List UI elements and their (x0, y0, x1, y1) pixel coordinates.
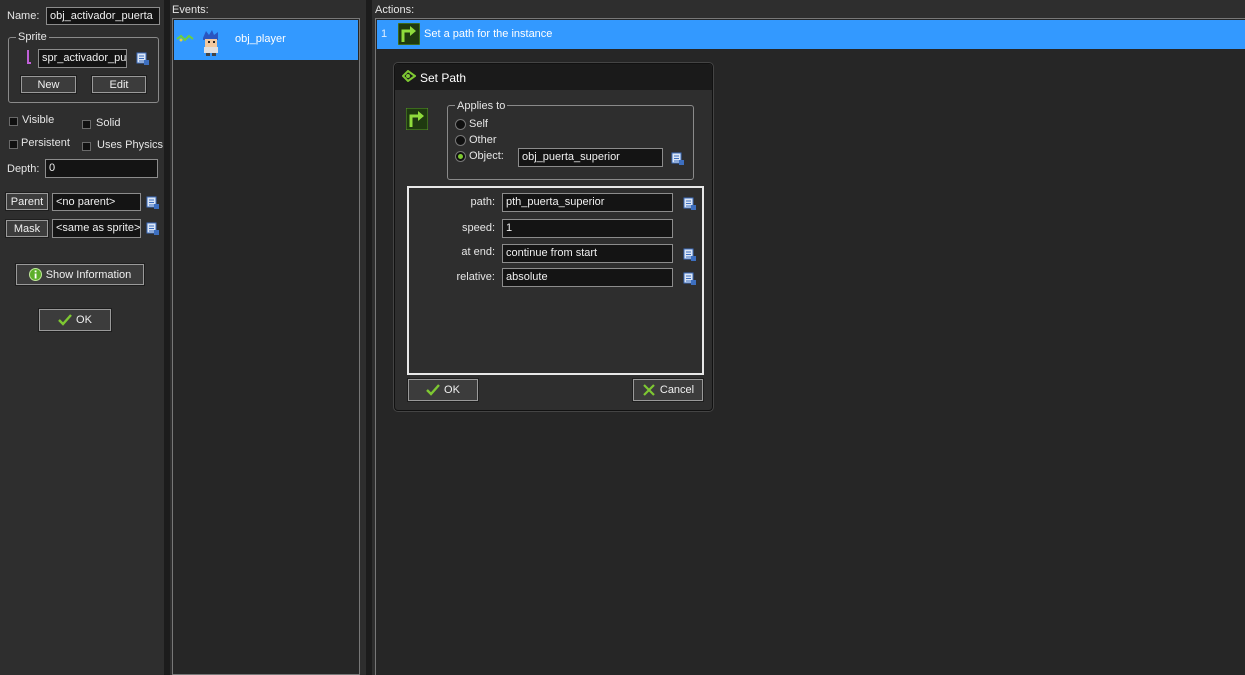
persistent-label: Persistent (21, 137, 70, 149)
path-input[interactable]: pth_puerta_superior (502, 193, 673, 212)
applies-to-label: Applies to (455, 100, 508, 112)
parent-menu-icon[interactable] (146, 196, 160, 210)
uses-physics-checkbox[interactable] (82, 142, 91, 151)
at-end-label: at end: (461, 246, 495, 258)
parent-input[interactable]: <no parent> (52, 193, 141, 211)
edit-sprite-button[interactable]: Edit (92, 76, 146, 93)
dialog-cancel-button[interactable]: Cancel (633, 379, 703, 401)
object-properties-panel: Name: obj_activador_puerta Sprite spr_ac… (0, 0, 164, 675)
show-information-label: Show Information (45, 268, 132, 281)
applies-object-input[interactable]: obj_puerta_superior (518, 148, 663, 167)
applies-other-label: Other (469, 134, 497, 146)
action-item-label: Set a path for the instance (424, 28, 553, 40)
event-item-obj-player[interactable]: obj_player (174, 20, 358, 60)
dialog-title-bar[interactable]: Set Path (395, 64, 712, 90)
show-information-button[interactable]: Show Information (16, 264, 144, 285)
event-item-label: obj_player (235, 33, 286, 45)
sprite-input[interactable]: spr_activador_pue (38, 49, 127, 68)
applies-object-label: Object: (469, 150, 504, 162)
sprite-group (8, 37, 159, 103)
depth-input[interactable]: 0 (45, 159, 158, 178)
path-label: path: (470, 196, 495, 208)
arguments-box: path: pth_puerta_superior speed: 1 at en… (407, 186, 704, 375)
dialog-ok-button[interactable]: OK (408, 379, 478, 401)
applies-other-radio[interactable] (455, 135, 466, 146)
speed-input[interactable]: 1 (502, 219, 673, 238)
checkmark-icon (58, 314, 72, 326)
events-panel: Events: obj_player (170, 0, 366, 675)
dialog-action-icon (404, 106, 430, 132)
new-sprite-button[interactable]: New (21, 76, 76, 93)
applies-object-radio[interactable] (455, 151, 466, 162)
at-end-menu-icon[interactable] (683, 248, 697, 262)
speed-label: speed: (461, 222, 495, 234)
set-path-action-icon (396, 21, 422, 47)
applies-object-menu-icon[interactable] (671, 152, 685, 166)
solid-checkbox[interactable] (82, 120, 91, 129)
name-input[interactable]: obj_activador_puerta (46, 7, 160, 25)
object-ok-button[interactable]: OK (39, 309, 111, 331)
mask-input[interactable]: <same as sprite> (52, 219, 141, 238)
applies-self-radio[interactable] (455, 119, 466, 130)
solid-label: Solid (96, 117, 121, 129)
gamemaker-logo-icon (401, 69, 417, 83)
set-path-dialog: Set Path Applies to Self Other Object: o… (394, 63, 713, 411)
uses-physics-label: Uses Physics (97, 139, 164, 151)
mask-menu-icon[interactable] (146, 222, 160, 236)
mask-button[interactable]: Mask (6, 220, 48, 237)
sprite-group-label: Sprite (16, 31, 49, 43)
sprite-menu-icon[interactable] (136, 52, 150, 66)
object-ok-label: OK (76, 314, 92, 326)
dialog-title: Set Path (420, 71, 467, 85)
checkmark-icon (426, 384, 440, 396)
actions-header: Actions: (375, 4, 415, 16)
cancel-x-icon (642, 383, 656, 397)
relative-input[interactable]: absolute (502, 268, 673, 287)
relative-label: relative: (456, 271, 495, 283)
at-end-input[interactable]: continue from start (502, 244, 673, 263)
collision-event-icon (176, 34, 194, 44)
action-index: 1 (381, 28, 388, 40)
dialog-cancel-label: Cancel (659, 384, 695, 396)
action-item-set-path[interactable]: 1 Set a path for the instance (377, 20, 1245, 49)
sprite-preview-icon (26, 49, 32, 65)
name-label: Name: (7, 10, 40, 22)
persistent-checkbox[interactable] (9, 140, 18, 149)
parent-button[interactable]: Parent (6, 193, 48, 210)
visible-label: Visible (22, 114, 55, 126)
events-list[interactable]: obj_player (172, 18, 360, 675)
visible-checkbox[interactable] (9, 117, 18, 126)
applies-self-label: Self (469, 118, 488, 130)
relative-menu-icon[interactable] (683, 272, 697, 286)
depth-label: Depth: (7, 163, 40, 175)
player-sprite-icon (200, 30, 222, 56)
info-icon (28, 268, 42, 281)
path-menu-icon[interactable] (683, 197, 697, 211)
dialog-ok-label: OK (444, 384, 460, 396)
events-header: Events: (172, 4, 209, 16)
